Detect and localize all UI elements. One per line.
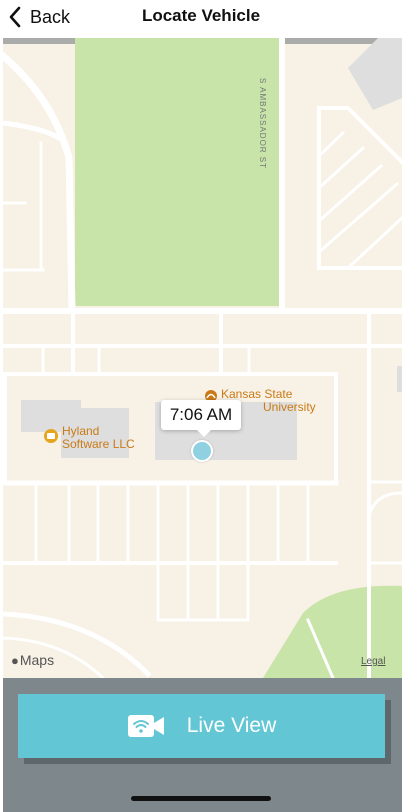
live-view-label: Live View [186,714,277,737]
poi-label-hyland[interactable]: Hyland Software LLC [62,425,135,451]
street-label: S AMBASSADOR ST [258,78,267,170]
map-view[interactable]: S AMBASSADOR ST Kansas State University … [3,38,402,678]
home-indicator [131,796,271,801]
business-icon [44,429,58,443]
maps-attribution: ● Maps [11,652,55,668]
video-wifi-icon [127,715,164,737]
page-title: Locate Vehicle [141,6,261,25]
apple-logo-icon: ● [11,652,19,668]
legal-link[interactable]: Legal [361,656,385,667]
vehicle-time-callout[interactable]: 7:06 AM [161,400,241,437]
nav-bar: Back Locate Vehicle [0,0,402,38]
map-canvas [3,38,402,678]
live-view-button[interactable]: Live View [18,694,385,758]
vehicle-location-marker[interactable] [191,440,213,462]
